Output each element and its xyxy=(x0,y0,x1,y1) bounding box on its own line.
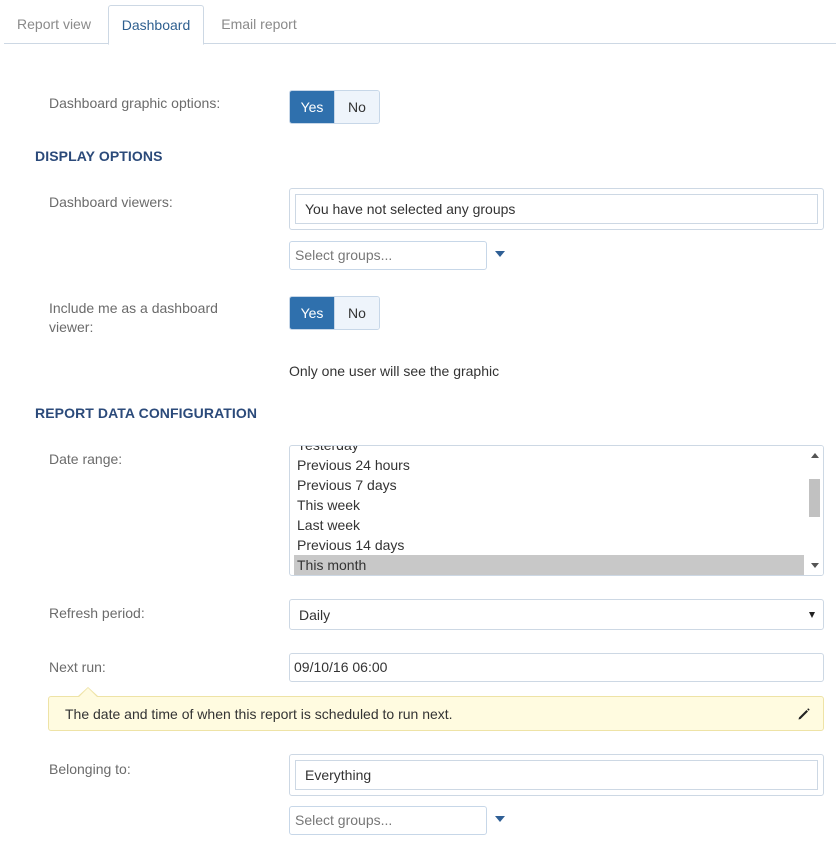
belonging-select-groups-input[interactable]: Select groups... xyxy=(289,806,487,835)
dashboard-viewers-value: You have not selected any groups xyxy=(295,194,818,224)
include-me-label-line1: Include me as a dashboard xyxy=(49,300,218,316)
viewer-count-note: Only one user will see the graphic xyxy=(289,363,500,379)
date-range-option[interactable]: Previous 24 hours xyxy=(294,455,804,475)
scrollbar-thumb[interactable] xyxy=(809,479,820,517)
scroll-up-arrow-icon[interactable] xyxy=(811,453,819,458)
tooltip-pointer-fill xyxy=(78,688,98,698)
date-range-option[interactable]: Last week xyxy=(294,515,804,535)
report-data-heading: REPORT DATA CONFIGURATION xyxy=(35,405,258,421)
refresh-period-label: Refresh period: xyxy=(49,605,145,621)
pencil-icon[interactable] xyxy=(797,707,811,721)
date-range-listbox[interactable]: Yesterday Previous 24 hours Previous 7 d… xyxy=(289,445,824,576)
include-me-yes-button[interactable]: Yes xyxy=(290,297,334,329)
next-run-label: Next run: xyxy=(49,659,106,675)
select-arrow-icon xyxy=(809,612,815,618)
viewers-dropdown-caret-icon[interactable] xyxy=(495,251,505,257)
tab-bar: Report view Dashboard Email report xyxy=(4,5,836,45)
belonging-to-value: Everything xyxy=(295,760,818,790)
include-me-no-button[interactable]: No xyxy=(334,297,379,329)
tab-report-view[interactable]: Report view xyxy=(4,5,104,44)
tooltip-text: The date and time of when this report is… xyxy=(65,706,453,722)
viewers-select-groups-input[interactable]: Select groups... xyxy=(289,241,487,270)
next-run-tooltip: The date and time of when this report is… xyxy=(48,687,824,731)
dashboard-graphic-toggle: Yes No xyxy=(289,90,380,124)
include-me-toggle: Yes No xyxy=(289,296,380,330)
display-options-heading: DISPLAY OPTIONS xyxy=(35,148,163,164)
scroll-down-arrow-icon[interactable] xyxy=(811,563,819,568)
date-range-label: Date range: xyxy=(49,451,123,467)
dashboard-graphic-no-button[interactable]: No xyxy=(334,91,379,123)
date-range-option[interactable]: Previous 7 days xyxy=(294,475,804,495)
include-me-label-line2: viewer: xyxy=(49,319,94,335)
dashboard-graphic-label: Dashboard graphic options: xyxy=(49,95,221,111)
date-range-option[interactable]: This week xyxy=(294,495,804,515)
date-range-option-selected[interactable]: This month xyxy=(294,555,804,575)
refresh-period-select[interactable]: Daily xyxy=(289,599,824,630)
belonging-to-box: Everything xyxy=(289,754,824,796)
dashboard-viewers-box: You have not selected any groups xyxy=(289,188,824,230)
date-range-option[interactable]: Yesterday xyxy=(294,446,804,455)
belonging-dropdown-caret-icon[interactable] xyxy=(495,816,505,822)
dashboard-viewers-label: Dashboard viewers: xyxy=(49,194,173,210)
refresh-period-value: Daily xyxy=(299,607,331,623)
listbox-scrollbar[interactable] xyxy=(806,446,823,575)
tab-dashboard[interactable]: Dashboard xyxy=(108,5,204,45)
dashboard-graphic-yes-button[interactable]: Yes xyxy=(290,91,334,123)
include-me-label: Include me as a dashboard viewer: xyxy=(49,299,218,337)
date-range-option[interactable]: Previous 14 days xyxy=(294,535,804,555)
belonging-to-label: Belonging to: xyxy=(49,761,131,777)
next-run-input[interactable]: 09/10/16 06:00 xyxy=(289,653,824,682)
tab-email-report[interactable]: Email report xyxy=(208,5,310,44)
